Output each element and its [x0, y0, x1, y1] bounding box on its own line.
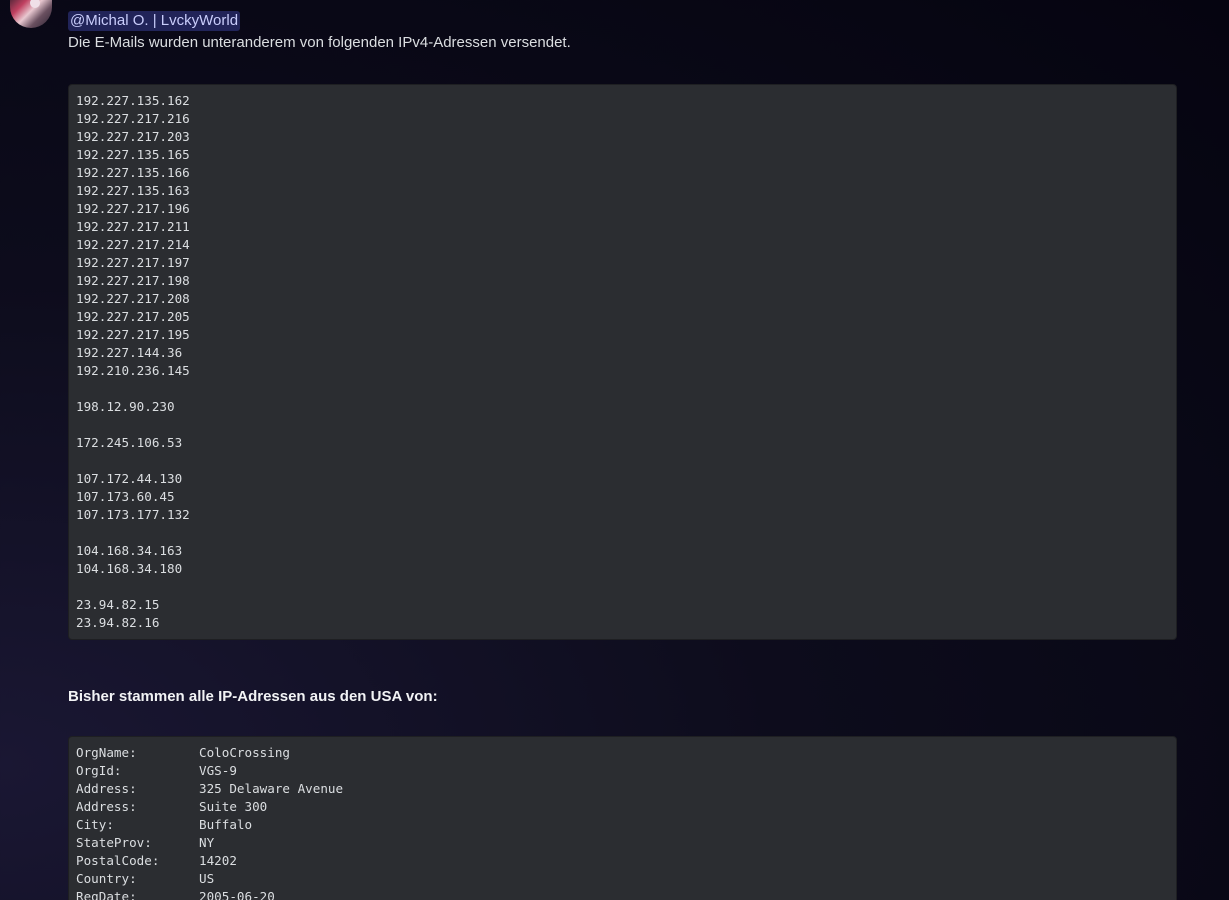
- whois-key: Address:: [76, 799, 137, 814]
- ip-address: 192.227.135.163: [76, 183, 190, 198]
- ip-address: 192.227.135.166: [76, 165, 190, 180]
- whois-row: StateProv: NY: [76, 834, 1169, 852]
- whois-value: 14202: [199, 853, 237, 868]
- ip-address: 192.227.217.216: [76, 111, 190, 126]
- whois-key: Country:: [76, 871, 137, 886]
- whois-key: RegDate:: [76, 889, 137, 900]
- ip-address: 192.227.217.214: [76, 237, 190, 252]
- ip-address: 23.94.82.15: [76, 597, 160, 612]
- whois-value: US: [199, 871, 215, 886]
- ip-code-block: 192.227.135.162 192.227.217.216 192.227.21…: [68, 84, 1177, 640]
- ip-address: 192.227.217.198: [76, 273, 190, 288]
- ip-address: 192.227.217.203: [76, 129, 190, 144]
- whois-code-block: OrgName: ColoCrossing OrgId: VGS-9 Address: 3…: [68, 736, 1177, 900]
- avatar[interactable]: [10, 0, 52, 28]
- avatar-highlight: [30, 0, 40, 8]
- whois-key: Address:: [76, 781, 137, 796]
- ip-address: 107.173.60.45: [76, 489, 175, 504]
- ip-address: 192.227.217.196: [76, 201, 190, 216]
- ip-address: 192.227.144.36: [76, 345, 183, 360]
- ip-address: 192.210.236.145: [76, 363, 190, 378]
- whois-row: OrgId: VGS-9: [76, 762, 1169, 780]
- whois-row: Address: 325 Delaware Avenue: [76, 780, 1169, 798]
- whois-key: City:: [76, 817, 114, 832]
- whois-value: Buffalo: [199, 817, 253, 832]
- ip-address: 192.227.135.165: [76, 147, 190, 162]
- whois-key: OrgName:: [76, 745, 137, 760]
- whois-value: NY: [199, 835, 215, 850]
- message-text: Die E-Mails wurden unteranderem von folg…: [68, 34, 571, 51]
- ip-address: 107.173.177.132: [76, 507, 190, 522]
- whois-key: StateProv:: [76, 835, 152, 850]
- ip-address: 192.227.217.195: [76, 327, 190, 342]
- user-mention[interactable]: @Michal O. | LvckyWorld: [68, 11, 241, 31]
- ip-address: 198.12.90.230: [76, 399, 175, 414]
- whois-key: OrgId:: [76, 763, 122, 778]
- ip-address: 192.227.217.211: [76, 219, 190, 234]
- whois-row: RegDate: 2005-06-20: [76, 888, 1169, 900]
- whois-row: PostalCode: 14202: [76, 852, 1169, 870]
- ip-address: 104.168.34.180: [76, 561, 183, 576]
- ip-address: 104.168.34.163: [76, 543, 183, 558]
- whois-value: 2005-06-20: [199, 889, 275, 900]
- whois-key: PostalCode:: [76, 853, 160, 868]
- whois-value: Suite 300: [199, 799, 268, 814]
- ip-address: 107.172.44.130: [76, 471, 183, 486]
- whois-row: OrgName: ColoCrossing: [76, 744, 1169, 762]
- usa-heading: Bisher stammen alle IP-Adressen aus den …: [68, 688, 438, 705]
- ip-address: 192.227.217.197: [76, 255, 190, 270]
- whois-value: ColoCrossing: [199, 745, 290, 760]
- ip-address: 192.227.217.208: [76, 291, 190, 306]
- ip-address: 172.245.106.53: [76, 435, 183, 450]
- whois-row: City: Buffalo: [76, 816, 1169, 834]
- ip-address: 23.94.82.16: [76, 615, 160, 630]
- whois-row: Country: US: [76, 870, 1169, 888]
- ip-address: 192.227.217.205: [76, 309, 190, 324]
- whois-value: VGS-9: [199, 763, 237, 778]
- whois-value: 325 Delaware Avenue: [199, 781, 344, 796]
- ip-address: 192.227.135.162: [76, 93, 190, 108]
- whois-row: Address: Suite 300: [76, 798, 1169, 816]
- message: @Michal O. | LvckyWorld Die E-Mails wurd…: [68, 0, 1177, 900]
